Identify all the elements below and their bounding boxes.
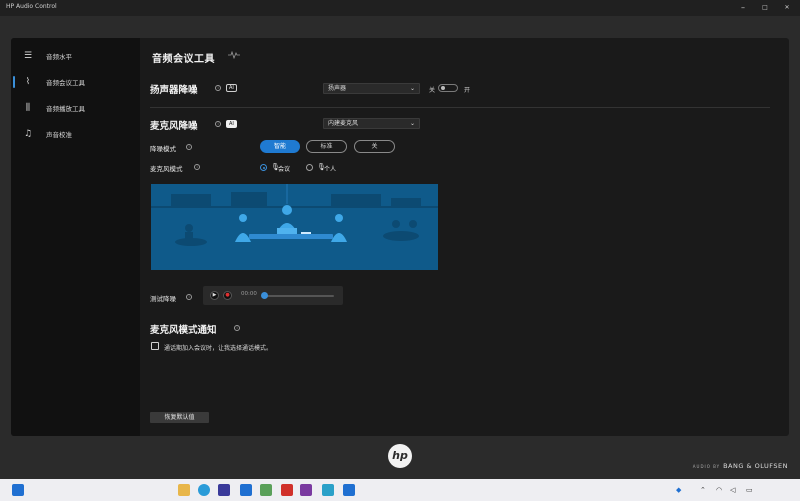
mic-mode-conference-radio[interactable]	[260, 164, 267, 171]
file-explorer-icon[interactable]	[178, 484, 190, 496]
wps-icon[interactable]	[281, 484, 293, 496]
speaker-noise-toggle[interactable]	[438, 84, 458, 92]
sidebar-item-label: 音频水平	[46, 53, 72, 61]
chevron-down-icon: ⌄	[409, 85, 415, 92]
reset-defaults-button[interactable]: 恢复默认值	[150, 412, 209, 423]
edge-icon[interactable]	[198, 484, 210, 496]
info-icon[interactable]: i	[186, 144, 192, 150]
start-icon[interactable]	[12, 484, 24, 496]
info-icon[interactable]: i	[215, 121, 221, 127]
title-bar: HP Audio Control – □ ✕	[0, 0, 800, 16]
noise-mode-smart-button[interactable]: 智能	[260, 140, 300, 153]
app-panel: ☰ 音频水平 ⌇ 音频会议工具 ⫼ 音频播放工具 ♫ 声音校准 音频会议工具 扬…	[11, 38, 789, 436]
sliders-icon: ☰	[23, 51, 33, 61]
equalizer-icon: ⫼	[25, 103, 31, 113]
brand-name: BANG & OLUFSEN	[723, 462, 788, 470]
security-icon[interactable]: ◆	[676, 486, 681, 494]
mic-mode-personal-radio[interactable]	[306, 164, 313, 171]
photos-icon[interactable]	[260, 484, 272, 496]
brand-prefix: AUDIO BY	[692, 464, 721, 469]
waveform-icon	[228, 51, 240, 59]
select-value: 内建麦克风	[328, 120, 359, 127]
brand-label: AUDIO BY BANG & OLUFSEN	[693, 462, 788, 470]
app-icon[interactable]	[300, 484, 312, 496]
mic-notification-title: 麦克风模式通知	[150, 325, 217, 336]
ai-badge: AI	[226, 120, 237, 128]
test-noise-label: 测试降噪	[150, 295, 176, 303]
noise-mode-standard-button[interactable]: 标准	[306, 140, 347, 153]
mic-mode-personal-label: 个人	[324, 166, 337, 173]
ai-badge: AI	[226, 84, 237, 92]
sidebar-item-sound-calibration[interactable]: ♫ 声音校准	[11, 124, 140, 144]
page-title: 音频会议工具	[152, 54, 215, 65]
conference-scene-image	[151, 184, 438, 270]
taskbar: ◆ ⌃ ◠ ◁ ▭	[0, 479, 800, 501]
mic-device-select[interactable]: 内建麦克风 ⌄	[323, 118, 420, 129]
player-progress-track[interactable]	[263, 295, 334, 297]
noise-mode-off-button[interactable]: 关	[354, 140, 395, 153]
toggle-on-label: 开	[464, 87, 471, 94]
mic-mode-label: 麦克风模式	[150, 165, 183, 173]
notification-checkbox-label: 通话期加入会议时，让我选择通话模式。	[164, 345, 273, 352]
info-icon[interactable]: i	[194, 164, 200, 170]
mic-icon: 🎙	[317, 163, 326, 171]
toggle-knob	[441, 86, 445, 90]
music-note-icon: ♫	[23, 129, 33, 139]
app-icon[interactable]	[240, 484, 252, 496]
close-button[interactable]: ✕	[778, 0, 796, 16]
window-title: HP Audio Control	[6, 3, 57, 10]
maximize-button[interactable]: □	[756, 0, 774, 16]
sidebar: ☰ 音频水平 ⌇ 音频会议工具 ⫼ 音频播放工具 ♫ 声音校准	[11, 38, 140, 436]
sidebar-item-label: 声音校准	[46, 131, 72, 139]
mic-icon: 🎙	[271, 163, 280, 171]
speaker-device-select[interactable]: 扬声器 ⌄	[323, 83, 420, 94]
chevron-up-icon[interactable]: ⌃	[700, 486, 706, 494]
sidebar-item-label: 音频会议工具	[46, 79, 85, 87]
audio-control-icon[interactable]	[343, 484, 355, 496]
sidebar-item-conference-tools[interactable]: ⌇ 音频会议工具	[11, 72, 140, 92]
sidebar-item-audio-level[interactable]: ☰ 音频水平	[11, 46, 140, 66]
noise-mode-label: 降噪模式	[150, 145, 176, 153]
volume-icon[interactable]: ◁	[730, 486, 735, 494]
speaker-noise-title: 扬声器降噪	[150, 85, 198, 96]
info-icon[interactable]: i	[234, 325, 240, 331]
main-content: 音频会议工具 扬声器降噪 i AI 扬声器 ⌄ 关 开 麦克风降噪 i AI 内…	[140, 38, 789, 436]
battery-icon[interactable]: ▭	[746, 486, 753, 494]
chevron-down-icon: ⌄	[409, 120, 415, 127]
record-button[interactable]: ●	[223, 291, 232, 300]
info-icon[interactable]: i	[186, 294, 192, 300]
divider	[150, 107, 770, 108]
info-icon[interactable]: i	[215, 85, 221, 91]
store-icon[interactable]	[218, 484, 230, 496]
player-time: 00:00	[241, 291, 257, 297]
test-player: ▶ ● 00:00	[203, 286, 343, 305]
player-progress-thumb[interactable]	[261, 292, 268, 299]
sidebar-item-playback-tools[interactable]: ⫼ 音频播放工具	[11, 98, 140, 118]
toggle-off-label: 关	[429, 87, 436, 94]
wifi-icon[interactable]: ◠	[716, 486, 722, 494]
sidebar-item-label: 音频播放工具	[46, 105, 85, 113]
conference-illustration	[151, 184, 438, 270]
minimize-button[interactable]: –	[734, 0, 752, 16]
mic-mode-conference-label: 会议	[278, 166, 291, 173]
hp-logo: hp	[388, 444, 412, 468]
waveform-icon: ⌇	[25, 77, 31, 87]
play-button[interactable]: ▶	[210, 291, 219, 300]
notification-checkbox[interactable]	[151, 342, 159, 350]
select-value: 扬声器	[328, 85, 347, 92]
app-icon[interactable]	[322, 484, 334, 496]
mic-noise-title: 麦克风降噪	[150, 121, 198, 132]
